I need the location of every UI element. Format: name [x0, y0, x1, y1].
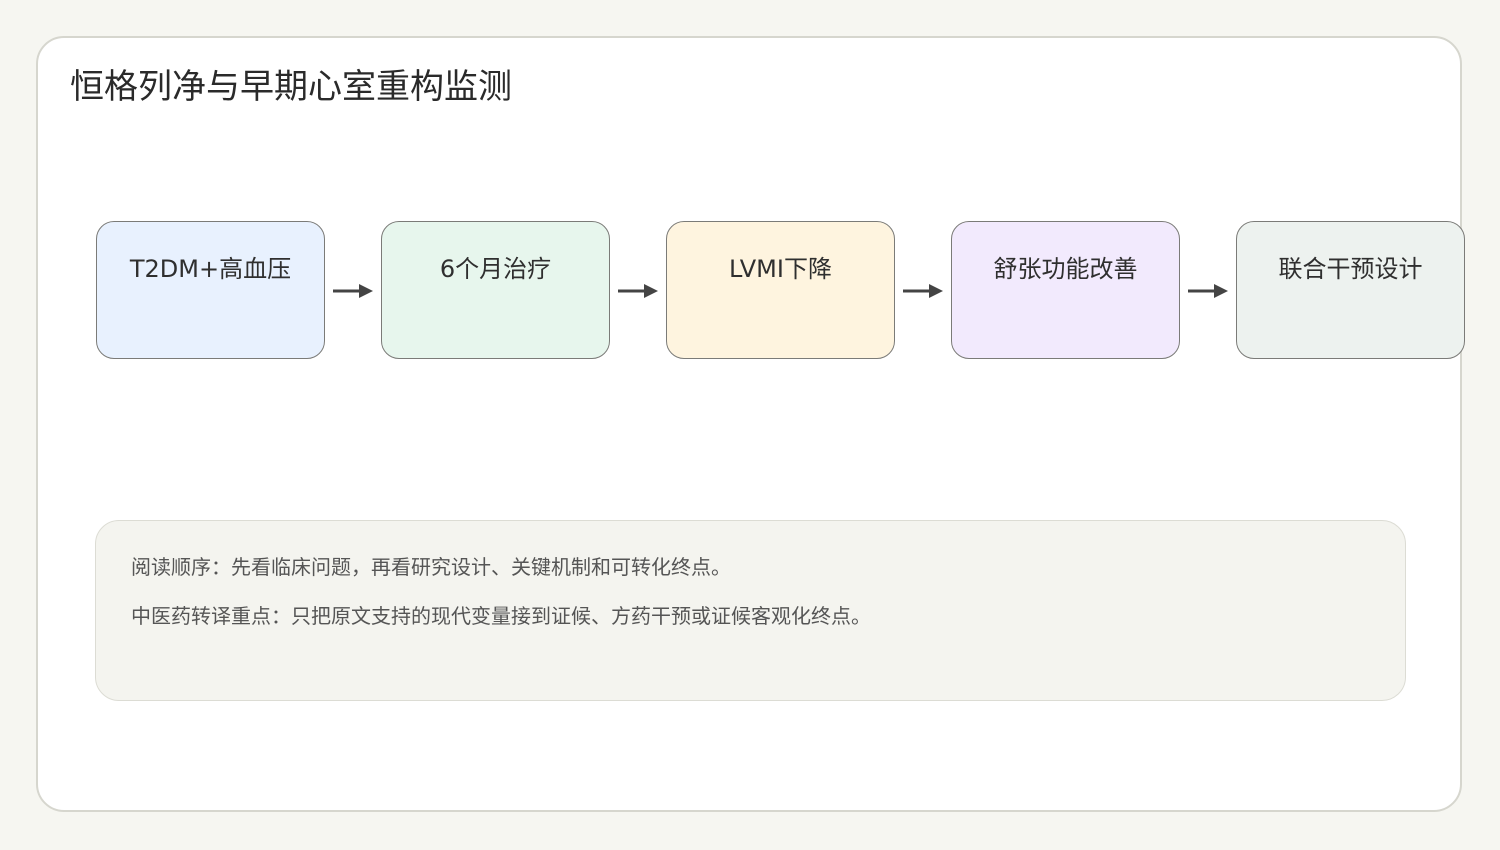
flow-node-4: 舒张功能改善 [951, 221, 1180, 359]
flow-node-label: T2DM+高血压 [129, 255, 292, 283]
flow-diagram: T2DM+高血压 6个月治疗 LVMI下降 舒张功能改善 联合干预设计 [0, 0, 1500, 850]
flow-arrow-2 [618, 282, 658, 300]
flow-node-1: T2DM+高血压 [96, 221, 325, 359]
flow-node-label: LVMI下降 [729, 255, 832, 283]
flow-node-3: LVMI下降 [666, 221, 895, 359]
flow-node-2: 6个月治疗 [381, 221, 610, 359]
flow-arrow-3 [903, 282, 943, 300]
reading-order-note: 阅读顺序：先看临床问题，再看研究设计、关键机制和可转化终点。 [131, 555, 731, 579]
flow-node-label: 联合干预设计 [1278, 255, 1423, 283]
flow-arrow-4 [1188, 282, 1228, 300]
flow-node-5: 联合干预设计 [1236, 221, 1465, 359]
flow-node-label: 6个月治疗 [439, 255, 552, 283]
reading-note-box: 阅读顺序：先看临床问题，再看研究设计、关键机制和可转化终点。 中医药转译重点：只… [95, 520, 1406, 701]
flow-arrow-1 [333, 282, 373, 300]
tcm-translation-note: 中医药转译重点：只把原文支持的现代变量接到证候、方药干预或证候客观化终点。 [131, 604, 871, 628]
flow-node-label: 舒张功能改善 [993, 255, 1138, 283]
